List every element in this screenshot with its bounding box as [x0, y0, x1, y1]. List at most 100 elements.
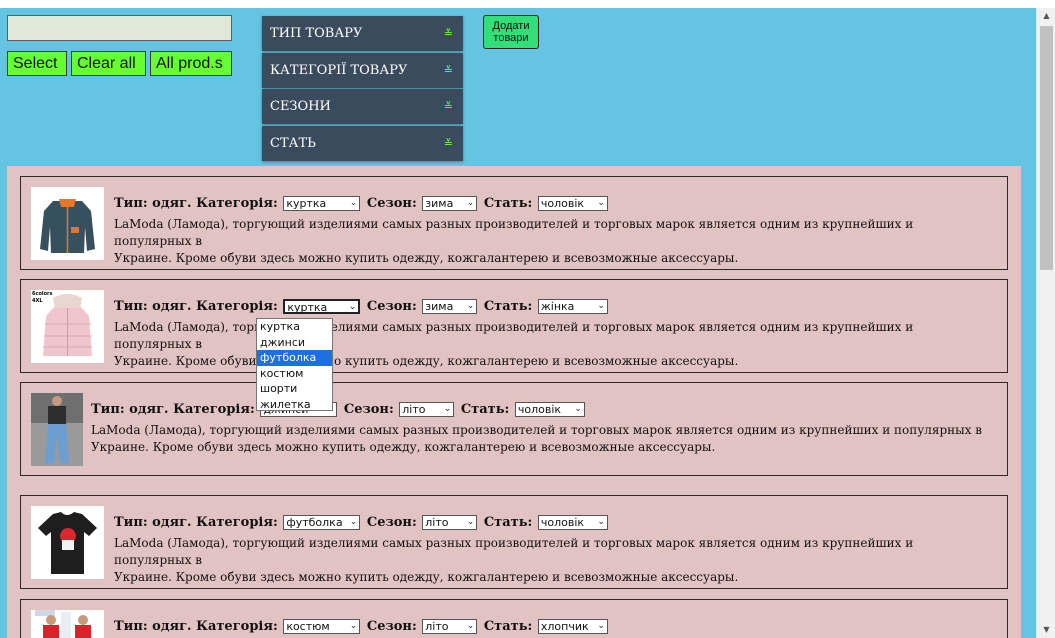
category-label: Категорія: [196, 196, 278, 211]
season-select[interactable]: зима ⌄ [422, 196, 478, 211]
product-info: Тип: одяг. Категорія: футболка ⌄ Сезон: л… [114, 513, 993, 586]
clear-all-button[interactable]: Clear all [71, 51, 146, 76]
sex-label: Стать: [460, 402, 510, 417]
category-select[interactable]: футболка ⌄ [283, 515, 361, 530]
add-button-line1: Додати [492, 20, 530, 32]
chevron-down-icon: ⌄ [574, 404, 582, 414]
product-image-pink-jacket: 6colors 4XL [31, 290, 104, 363]
filter-seasons[interactable]: СЕЗОНИ ≚ [262, 89, 463, 124]
category-select[interactable]: костюм ⌄ [283, 619, 361, 634]
category-select[interactable]: куртка ⌄ [283, 196, 361, 211]
season-select[interactable]: літо ⌄ [422, 619, 478, 634]
chevron-down-icon: ⌄ [597, 301, 605, 311]
sex-select[interactable]: чоловік ⌄ [537, 515, 608, 530]
product-card: Тип: одяг. Категорія: джинси⌄ Сезон: літ… [20, 382, 1008, 476]
season-label: Сезон: [343, 402, 394, 417]
product-info: Тип: одяг. Категорія: куртка ⌄ Сезон: зим… [114, 194, 993, 267]
scroll-up-icon[interactable]: ▲ [1037, 8, 1055, 24]
chevron-down-icon: ⌄ [597, 517, 605, 527]
chevron-down-icon: ⌄ [466, 621, 475, 631]
sex-select[interactable]: чоловік ⌄ [537, 196, 608, 211]
chevron-down-icon: ⌄ [466, 517, 475, 527]
product-description: LaModa (Ламода), торгующий изделиями сам… [114, 217, 914, 265]
product-type-label: Тип: одяг. [91, 402, 169, 417]
filter-label: СЕЗОНИ [270, 99, 331, 114]
page-top-band [0, 0, 1036, 8]
chevron-down-icon: ≚ [443, 137, 453, 150]
dropdown-option-highlighted[interactable]: футболка [257, 350, 332, 366]
season-select[interactable]: літо ⌄ [399, 402, 455, 417]
product-type-label: Тип: одяг. [114, 196, 192, 211]
chevron-down-icon: ≚ [443, 100, 453, 113]
product-info: Тип: одяг. Категорія: костюм ⌄ Сезон: літ… [114, 617, 993, 636]
filter-label: ТИП ТОВАРУ [270, 26, 363, 41]
chevron-down-icon: ⌄ [443, 404, 452, 414]
dropdown-option[interactable]: костюм [257, 366, 332, 382]
chevron-down-icon: ≚ [443, 64, 453, 77]
sex-label: Стать: [483, 299, 533, 314]
chevron-down-icon: ⌄ [349, 621, 358, 631]
product-card: Тип: одяг. Категорія: куртка ⌄ Сезон: зим… [20, 176, 1008, 270]
chevron-down-icon: ⌄ [348, 302, 357, 312]
add-button-line2: товари [493, 32, 529, 44]
product-type-label: Тип: одяг. [114, 299, 192, 314]
chevron-down-icon: ⌄ [349, 198, 358, 208]
sex-select[interactable]: жінка ⌄ [537, 299, 608, 314]
season-select[interactable]: літо ⌄ [422, 515, 478, 530]
chevron-down-icon: ⌄ [466, 198, 475, 208]
category-select[interactable]: куртка ⌄ [283, 299, 361, 314]
select-button[interactable]: Select [7, 51, 67, 76]
dropdown-option[interactable]: шорти [257, 381, 332, 397]
filter-product-category[interactable]: КАТЕГОРІЇ ТОВАРУ ≚ [262, 53, 463, 88]
sex-select[interactable]: хлопчик ⌄ [537, 619, 608, 634]
category-label: Категорія: [173, 402, 255, 417]
category-label: Категорія: [196, 619, 278, 634]
sex-select[interactable]: чоловік ⌄ [514, 402, 585, 417]
scrollbar-thumb[interactable] [1040, 26, 1053, 270]
season-select[interactable]: зима ⌄ [422, 299, 478, 314]
sex-label: Стать: [483, 619, 533, 634]
search-input[interactable] [7, 15, 232, 41]
season-label: Сезон: [366, 619, 417, 634]
dropdown-option[interactable]: куртка [257, 319, 332, 335]
filter-sex[interactable]: СТАТЬ ≚ [262, 126, 463, 161]
chevron-down-icon: ⌄ [349, 517, 358, 527]
product-info: Тип: одяг. Категорія: куртка ⌄ Сезон: зим… [114, 297, 993, 370]
sex-label: Стать: [483, 515, 533, 530]
season-label: Сезон: [366, 196, 417, 211]
product-description: LaModa (Ламода), торгующий изделиями сам… [91, 423, 983, 454]
dropdown-option[interactable]: жилетка [257, 397, 332, 413]
product-description: LaModa (Ламода), торгующий изделиями сам… [114, 536, 914, 584]
chevron-down-icon: ⌄ [597, 198, 605, 208]
image-caption: 6colors 4XL [32, 291, 53, 304]
season-label: Сезон: [366, 299, 417, 314]
sex-label: Стать: [483, 196, 533, 211]
vertical-scrollbar[interactable]: ▲ ▼ [1036, 8, 1055, 638]
product-card: 6colors 4XL Тип: одяг. Категорія: куртка… [20, 279, 1008, 373]
main-area: Select Clear all All prod.s ТИП ТОВАРУ ≚… [0, 8, 1036, 638]
product-image-jacket [31, 187, 104, 260]
scroll-down-icon[interactable]: ▼ [1037, 622, 1055, 638]
product-card: Тип: одяг. Категорія: футболка ⌄ Сезон: л… [20, 495, 1008, 589]
chevron-down-icon: ⌄ [597, 621, 605, 631]
product-card: Тип: одяг. Категорія: костюм ⌄ Сезон: літ… [20, 599, 1008, 638]
product-image-costume [31, 610, 104, 638]
season-label: Сезон: [366, 515, 417, 530]
product-image-tshirt [31, 506, 104, 579]
category-label: Категорія: [196, 515, 278, 530]
filter-label: СТАТЬ [270, 136, 316, 151]
product-image-jeans [31, 393, 83, 466]
product-info: Тип: одяг. Категорія: джинси⌄ Сезон: літ… [91, 400, 993, 456]
chevron-down-icon: ≚ [443, 27, 453, 40]
add-products-button[interactable]: Додати товари [483, 15, 539, 49]
category-label: Категорія: [196, 299, 278, 314]
all-products-button[interactable]: All prod.s [150, 51, 232, 76]
product-type-label: Тип: одяг. [114, 619, 192, 634]
dropdown-option[interactable]: джинси [257, 335, 332, 351]
chevron-down-icon: ⌄ [466, 301, 475, 311]
product-list: Тип: одяг. Категорія: куртка ⌄ Сезон: зим… [7, 166, 1021, 638]
filter-product-type[interactable]: ТИП ТОВАРУ ≚ [262, 16, 463, 51]
product-type-label: Тип: одяг. [114, 515, 192, 530]
product-description: LaModa (Ламода), торгующий изделиями сам… [114, 320, 914, 368]
category-dropdown-list[interactable]: куртка джинси футболка костюм шорти жиле… [256, 318, 333, 411]
